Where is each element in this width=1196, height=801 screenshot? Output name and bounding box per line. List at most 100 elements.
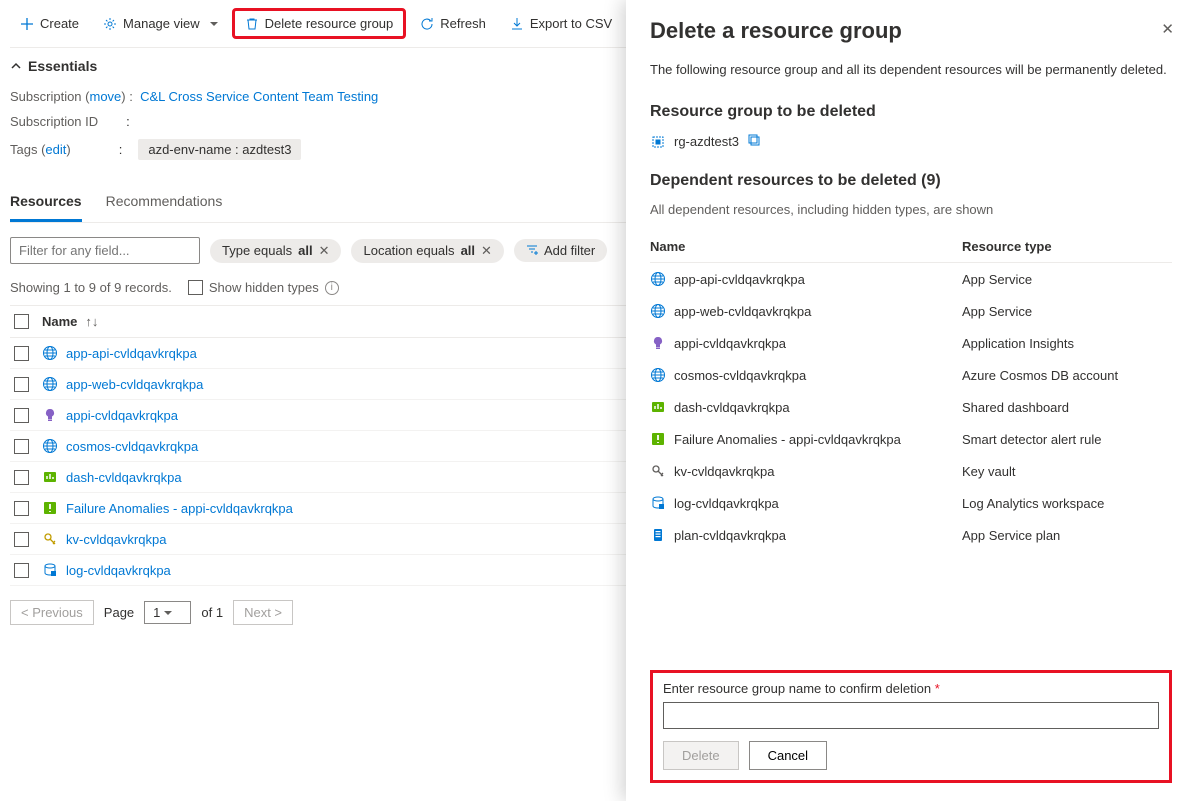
filter-input[interactable] <box>10 237 200 264</box>
dep-row: appi-cvldqavkrqkpa Application Insights <box>650 327 1172 359</box>
row-checkbox[interactable] <box>14 532 29 547</box>
dep-name: dash-cvldqavkrqkpa <box>674 400 790 415</box>
tag-chip[interactable]: azd-env-name : azdtest3 <box>138 139 301 160</box>
subscription-link[interactable]: C&L Cross Service Content Team Testing <box>140 89 378 104</box>
confirm-section: Enter resource group name to confirm del… <box>650 670 1172 783</box>
row-checkbox[interactable] <box>14 501 29 516</box>
tab-recommendations[interactable]: Recommendations <box>106 183 223 222</box>
move-link[interactable]: move <box>89 89 121 104</box>
type-filter-pill[interactable]: Type equals all ✕ <box>210 239 341 263</box>
create-button[interactable]: Create <box>10 11 89 36</box>
close-panel-button[interactable]: ✕ <box>1161 20 1174 38</box>
resource-icon <box>650 527 666 543</box>
resource-icon <box>650 335 666 351</box>
dep-name: kv-cvldqavkrqkpa <box>674 464 774 479</box>
refresh-button[interactable]: Refresh <box>410 11 496 36</box>
export-csv-label: Export to CSV <box>530 16 612 31</box>
row-checkbox[interactable] <box>14 563 29 578</box>
delete-resource-group-button[interactable]: Delete resource group <box>232 8 407 39</box>
page-select[interactable]: 1 <box>144 601 191 624</box>
chevron-up-icon <box>10 60 22 72</box>
dep-row: Failure Anomalies - appi-cvldqavkrqkpaSm… <box>650 423 1172 455</box>
resource-icon <box>42 531 58 547</box>
dep-table-header: Name Resource type <box>650 231 1172 263</box>
dep-col-name: Name <box>650 239 962 254</box>
location-filter-pill[interactable]: Location equals all ✕ <box>351 239 503 263</box>
resource-icon <box>650 303 666 319</box>
resource-link[interactable]: dash-cvldqavkrqkpa <box>66 470 182 485</box>
resource-icon <box>650 431 666 447</box>
copy-icon[interactable] <box>747 133 761 150</box>
dep-row: dash-cvldqavkrqkpaShared dashboard <box>650 391 1172 423</box>
page-total: of 1 <box>201 605 223 620</box>
row-checkbox[interactable] <box>14 470 29 485</box>
rg-to-delete: rg-azdtest3 <box>650 133 1172 150</box>
dep-type: App Service <box>962 304 1172 319</box>
resource-icon <box>42 345 58 361</box>
add-filter-pill[interactable]: Add filter <box>514 239 607 262</box>
manage-view-button[interactable]: Manage view <box>93 11 228 36</box>
refresh-label: Refresh <box>440 16 486 31</box>
plus-icon <box>20 17 34 31</box>
chevron-down-icon <box>206 16 218 31</box>
dep-type: Log Analytics workspace <box>962 496 1172 511</box>
chevron-down-icon <box>160 605 172 620</box>
row-checkbox[interactable] <box>14 439 29 454</box>
resource-icon <box>42 469 58 485</box>
resource-icon <box>42 500 58 516</box>
info-icon[interactable]: i <box>325 281 339 295</box>
dep-note: All dependent resources, including hidde… <box>650 202 1172 217</box>
row-checkbox[interactable] <box>14 408 29 423</box>
row-checkbox[interactable] <box>14 377 29 392</box>
page-label: Page <box>104 605 134 620</box>
resource-link[interactable]: appi-cvldqavkrqkpa <box>66 408 178 423</box>
dep-name: app-api-cvldqavkrqkpa <box>674 272 805 287</box>
gear-icon <box>103 17 117 31</box>
close-icon[interactable]: ✕ <box>319 243 330 259</box>
create-label: Create <box>40 16 79 31</box>
refresh-icon <box>420 17 434 31</box>
confirm-input[interactable] <box>663 702 1159 729</box>
resource-link[interactable]: app-web-cvldqavkrqkpa <box>66 377 203 392</box>
dep-name: log-cvldqavkrqkpa <box>674 496 779 511</box>
resource-icon <box>650 399 666 415</box>
subscription-label: Subscription (move) : <box>10 89 133 104</box>
resource-link[interactable]: Failure Anomalies - appi-cvldqavkrqkpa <box>66 501 293 516</box>
resource-icon <box>42 376 58 392</box>
dep-type: Application Insights <box>962 336 1172 351</box>
previous-button[interactable]: < Previous <box>10 600 94 625</box>
next-button[interactable]: Next > <box>233 600 293 625</box>
cancel-button[interactable]: Cancel <box>749 741 827 770</box>
dep-row: app-api-cvldqavkrqkpaApp Service <box>650 263 1172 295</box>
resource-link[interactable]: kv-cvldqavkrqkpa <box>66 532 166 547</box>
essentials-label: Essentials <box>28 58 97 74</box>
resource-link[interactable]: log-cvldqavkrqkpa <box>66 563 171 578</box>
delete-rg-label: Delete resource group <box>265 16 394 31</box>
dep-row: cosmos-cvldqavkrqkpaAzure Cosmos DB acco… <box>650 359 1172 391</box>
trash-icon <box>245 17 259 31</box>
edit-link[interactable]: edit <box>45 142 66 157</box>
delete-button[interactable]: Delete <box>663 741 739 770</box>
resource-link[interactable]: app-api-cvldqavkrqkpa <box>66 346 197 361</box>
dep-name: appi-cvldqavkrqkpa <box>674 336 786 351</box>
resource-link[interactable]: cosmos-cvldqavkrqkpa <box>66 439 198 454</box>
panel-title: Delete a resource group <box>650 18 1172 44</box>
dep-name: cosmos-cvldqavkrqkpa <box>674 368 806 383</box>
rg-section-header: Resource group to be deleted <box>650 103 1172 121</box>
dep-row: log-cvldqavkrqkpa Log Analytics workspace <box>650 487 1172 519</box>
dep-section-header: Dependent resources to be deleted (9) <box>650 172 1172 190</box>
show-hidden-checkbox[interactable] <box>188 280 203 295</box>
dep-name: plan-cvldqavkrqkpa <box>674 528 786 543</box>
download-icon <box>510 17 524 31</box>
dep-row: plan-cvldqavkrqkpaApp Service plan <box>650 519 1172 551</box>
panel-description: The following resource group and all its… <box>650 62 1172 77</box>
dep-name: Failure Anomalies - appi-cvldqavkrqkpa <box>674 432 901 447</box>
select-all-checkbox[interactable] <box>14 314 29 329</box>
close-icon[interactable]: ✕ <box>481 243 492 259</box>
dep-row: app-web-cvldqavkrqkpaApp Service <box>650 295 1172 327</box>
row-checkbox[interactable] <box>14 346 29 361</box>
tab-resources[interactable]: Resources <box>10 183 82 222</box>
show-hidden-label: Show hidden types <box>209 280 319 295</box>
export-csv-button[interactable]: Export to CSV <box>500 11 622 36</box>
delete-panel: ✕ Delete a resource group The following … <box>626 0 1196 801</box>
